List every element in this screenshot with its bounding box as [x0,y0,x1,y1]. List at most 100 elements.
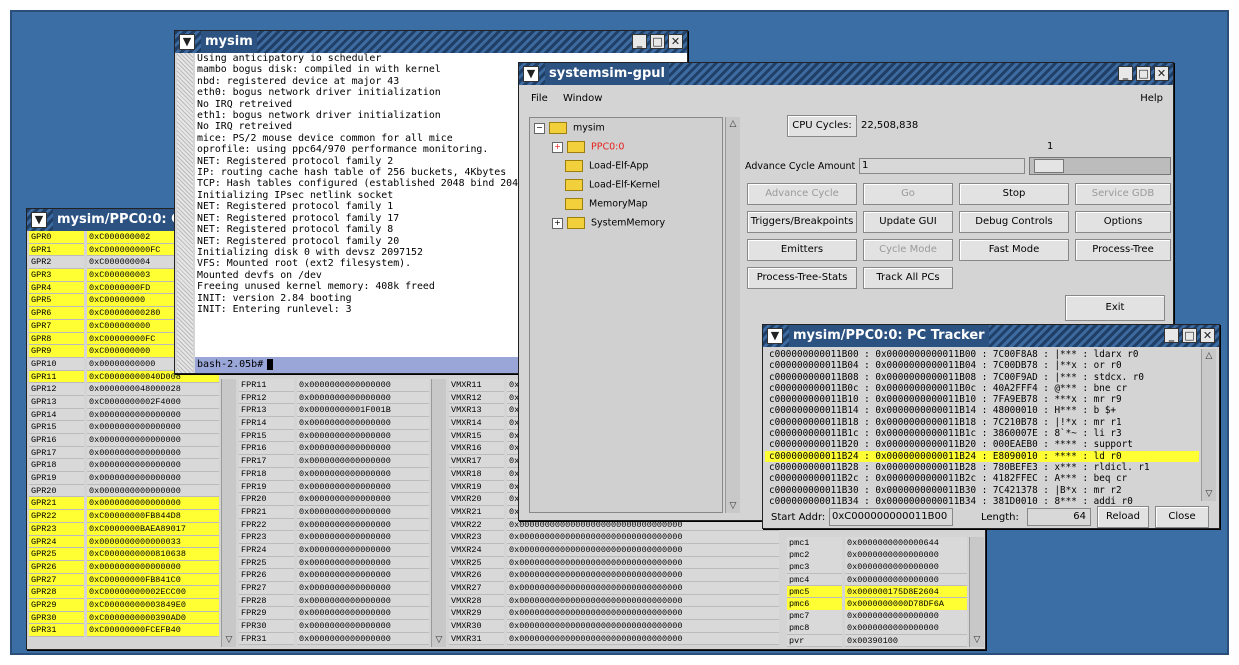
register-value[interactable]: 0x000000175D8E2604 [845,585,967,599]
close-icon[interactable]: ✕ [1154,66,1169,81]
scroll-down-icon[interactable]: ▽ [970,633,984,647]
register-value[interactable]: 0xC00000000FB844D8 [87,510,219,523]
pc-tracker-row[interactable]: c000000000011B24 : 0x0000000000011B24 : … [765,450,1199,462]
emitters-button[interactable]: Emitters [747,239,857,261]
register-value[interactable]: 0x0000000000000000 [297,620,429,633]
length-input[interactable]: 64 [1027,508,1091,526]
register-value[interactable]: 0x00390100 [845,634,967,648]
close-icon[interactable]: ✕ [1200,328,1215,343]
register-value[interactable]: 0x0000000000000000 [297,607,429,621]
pc-tracker-titlebar[interactable]: ▼ mysim/PPC0:0: PC Tracker _ □ ✕ [763,325,1219,347]
tree-item-load-elf-app[interactable]: Load-Elf-App [565,160,648,172]
register-value[interactable]: 0x0000000000000000 [297,531,429,544]
register-value[interactable]: 0x0000000000000000 [297,543,429,557]
register-value[interactable]: 0x00000000000000000000000000000000 [507,582,779,595]
register-value[interactable]: 0x0000000000000000 [297,582,429,595]
pc-tracker-list[interactable]: c000000000011B00 : 0x0000000000011B00 : … [765,349,1199,507]
register-value[interactable]: 0x0000000000000000 [87,459,219,473]
scroll-down-icon[interactable]: ▽ [1202,487,1216,501]
register-value[interactable]: 0x0000000000000000 [845,610,967,623]
register-value[interactable]: 0x0000000000000000 [297,442,429,456]
register-value[interactable]: 0x0000000000000000 [87,421,219,434]
register-value[interactable]: 0x00000000000000000000000000000000 [507,594,779,608]
tree-item-systemmemory[interactable]: + SystemMemory [552,217,665,229]
register-value[interactable]: 0x0000000000000000 [845,622,967,635]
debug-controls-button[interactable]: Debug Controls [959,211,1069,233]
pc-tracker-row[interactable]: c000000000011B14 : 0x0000000000011B14 : … [765,405,1199,416]
tree-panel[interactable]: − mysim + PPC0:0 Load-Elf-App Load-Elf-Ker… [529,117,723,513]
process-tree-button[interactable]: Process-Tree [1075,239,1171,261]
register-value[interactable]: 0x0000000000000000 [297,455,429,468]
advance-cycle-button[interactable]: Advance Cycle [747,183,857,205]
minimize-icon[interactable]: _ [1118,66,1133,81]
fast-mode-button[interactable]: Fast Mode [959,239,1069,261]
register-value[interactable]: 0x0000000000000000 [845,561,967,575]
terminal-titlebar[interactable]: ▼ mysim _ □ ✕ [175,31,687,53]
reload-button[interactable]: Reload [1097,506,1149,528]
scroll-down-icon[interactable]: ▽ [726,499,740,513]
register-value[interactable]: 0xC0000000BAEA89017 [87,522,219,536]
scroll-down-icon[interactable]: ▽ [432,633,446,647]
register-value[interactable]: 0x00000000000000000000000000000000 [507,569,779,582]
register-value[interactable]: 0x00000000001F001B [297,404,429,418]
register-value[interactable]: 0x0000000000000000 [87,408,219,422]
maximize-icon[interactable]: □ [650,34,665,49]
pc-tracker-scrollbar[interactable]: △ ▽ [1201,349,1216,501]
register-value[interactable]: 0x0000000000000000 [297,417,429,430]
pc-tracker-row[interactable]: c000000000011B10 : 0x0000000000011B10 : … [765,394,1199,405]
register-value[interactable]: 0xC00000000003849E0 [87,598,219,612]
chevron-down-icon[interactable]: ▼ [179,34,195,50]
register-value[interactable]: 0x0000000000000000 [845,573,967,587]
triggers-breakpoints-button[interactable]: Triggers/Breakpoints [747,211,857,233]
start-addr-input[interactable]: 0xC000000000011B00 [829,508,953,526]
register-value[interactable]: 0x00000000000000000000000000000000 [507,543,779,557]
collapse-icon[interactable]: − [534,122,545,134]
tree-root[interactable]: − mysim [534,122,605,134]
pc-tracker-row[interactable]: c000000000011B2c : 0x0000000000011B2c : … [765,473,1199,484]
maximize-icon[interactable]: □ [1136,66,1151,81]
register-value[interactable]: 0xC00000000FCEFB40 [87,624,219,637]
register-value[interactable]: 0x0000000000000000 [87,472,219,485]
register-value[interactable]: 0xC00000000FB841C0 [87,573,219,587]
gpr-scrollbar[interactable]: ▽ [221,379,236,647]
chevron-down-icon[interactable]: ▼ [31,212,47,228]
register-value[interactable]: 0x0000000000000000 [297,505,429,519]
register-value[interactable]: 0x0000000000000000 [87,446,219,460]
register-value[interactable]: 0x00000000000000000000000000000000 [507,556,779,570]
minimize-icon[interactable]: _ [1164,328,1179,343]
service-gdb-button[interactable]: Service GDB [1075,183,1171,205]
scroll-down-icon[interactable]: ▽ [222,633,236,647]
register-value[interactable]: 0x0000000000000000 [87,560,219,574]
cycle-mode-button[interactable]: Cycle Mode [863,239,953,261]
register-value[interactable]: 0x0000000000000000 [297,632,429,646]
register-value[interactable]: 0xC00000000002ECC00 [87,586,219,599]
register-value[interactable]: 0x0000000000000000 [87,484,219,498]
register-value[interactable]: 0xC0000000002F4000 [87,395,219,409]
scroll-up-icon[interactable]: △ [1202,349,1216,363]
chevron-down-icon[interactable]: ▼ [767,328,783,344]
fpr-scrollbar[interactable]: ▽ [431,379,446,647]
register-value[interactable]: 0x0000000000000000 [297,594,429,608]
pc-tracker-row[interactable]: c000000000011B30 : 0x0000000000011B30 : … [765,485,1199,496]
register-value[interactable]: 0x0000000000000000 [87,497,219,511]
pc-tracker-row[interactable]: c000000000011B00 : 0x0000000000011B00 : … [765,349,1199,360]
register-value[interactable]: 0x0000000000000000 [297,379,429,392]
expand-icon[interactable]: + [552,217,563,229]
register-value[interactable]: 0x00000000000000000000000000000000 [507,607,779,621]
pc-tracker-row[interactable]: c000000000011B0c : 0x0000000000011B0c : … [765,383,1199,394]
register-value[interactable]: 0x0000000000D78DF6A [845,597,967,611]
chevron-down-icon[interactable]: ▼ [523,66,539,82]
pmc-scrollbar[interactable]: ▽ [969,537,984,647]
register-value[interactable]: 0x0000000000000000 [297,493,429,506]
tree-scrollbar[interactable]: △ ▽ [725,117,740,513]
options-button[interactable]: Options [1075,211,1171,233]
register-value[interactable]: 0x00000000000000000000000000000000 [507,620,779,633]
menu-file[interactable]: File [531,93,548,104]
process-tree-stats-button[interactable]: Process-Tree-Stats [747,267,857,289]
minimize-icon[interactable]: _ [632,34,647,49]
pc-tracker-row[interactable]: c000000000011B28 : 0x0000000000011B28 : … [765,462,1199,473]
pc-tracker-row[interactable]: c000000000011B04 : 0x0000000000011B04 : … [765,360,1199,371]
menu-window[interactable]: Window [563,93,602,104]
track-all-pcs-button[interactable]: Track All PCs [863,267,953,289]
advance-cycle-input[interactable]: 1 [859,158,1025,174]
